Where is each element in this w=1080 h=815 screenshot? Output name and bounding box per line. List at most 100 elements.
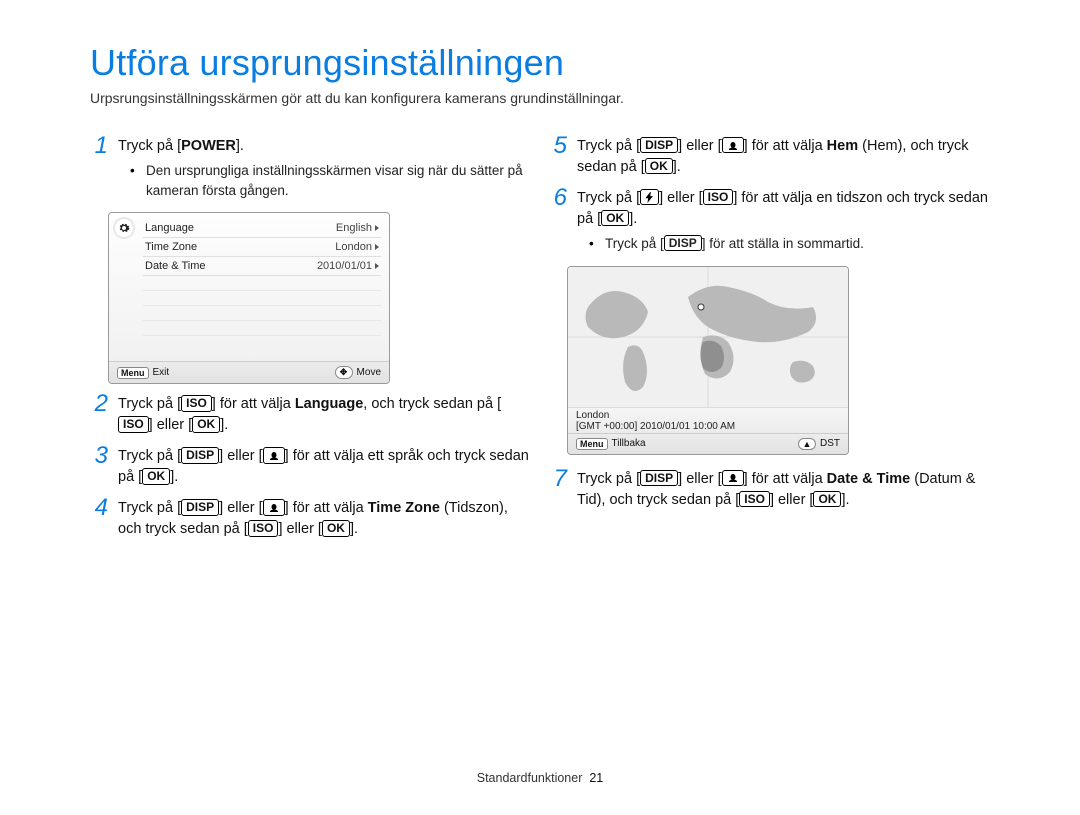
map-gmt: [GMT +00:00] 2010/01/01 10:00 AM	[576, 421, 840, 432]
text: ] eller [	[219, 500, 263, 516]
gear-icon	[115, 219, 133, 237]
text: ].	[236, 138, 244, 154]
text: Tryck på [	[118, 500, 181, 516]
timezone-label: Time Zone	[368, 500, 440, 516]
step-body: Tryck på [DISP] eller [] för att välja e…	[118, 446, 531, 488]
lcd-menu-list: Language English Time Zone London Date &…	[143, 219, 381, 336]
manual-page: Utföra ursprungsinställningen Urpsrungsi…	[0, 0, 1080, 815]
macro-key	[722, 470, 744, 486]
text: Tryck på [	[577, 471, 640, 487]
lcd-label: Language	[145, 222, 194, 234]
lcd-bar-text: Move	[357, 367, 381, 378]
flash-key	[640, 189, 659, 205]
step-number: 7	[549, 467, 567, 491]
text: Tryck på [	[577, 190, 640, 206]
step-number: 1	[90, 134, 108, 158]
step-number: 6	[549, 186, 567, 210]
power-key-label: POWER	[181, 138, 236, 154]
iso-key: ISO	[739, 491, 770, 507]
step-number: 4	[90, 496, 108, 520]
step-body: Tryck på [ISO] för att välja Language, o…	[118, 394, 531, 436]
ok-key: OK	[322, 520, 350, 536]
text: ] för att välja	[744, 138, 827, 154]
disp-key: DISP	[181, 447, 219, 463]
left-column: 1 Tryck på [POWER]. Den ursprungliga ins…	[90, 128, 531, 550]
lcd-back: Menu Tillbaka	[576, 438, 646, 450]
text: ] eller [	[219, 448, 263, 464]
step-4: 4 Tryck på [DISP] eller [] för att välja…	[90, 498, 531, 540]
disp-key: DISP	[664, 235, 702, 251]
page-title: Utföra ursprungsinställningen	[90, 42, 990, 84]
menu-badge-icon: Menu	[117, 367, 149, 379]
camera-lcd-timezone-map: London [GMT +00:00] 2010/01/01 10:00 AM …	[567, 266, 849, 455]
dpad-icon: ✥	[335, 366, 353, 379]
right-column: 5 Tryck på [DISP] eller [] för att välja…	[549, 128, 990, 550]
chevron-right-icon	[375, 263, 379, 269]
lcd-row-datetime: Date & Time 2010/01/01	[143, 257, 381, 276]
macro-key	[263, 499, 285, 515]
text: ] eller [	[678, 471, 722, 487]
hem-label: Hem	[827, 138, 858, 154]
lcd-bar-text: DST	[820, 438, 840, 449]
datetime-label: Date & Time	[827, 471, 911, 487]
macro-key	[263, 447, 285, 463]
lcd-bar-text: Exit	[153, 367, 170, 378]
step-5: 5 Tryck på [DISP] eller [] för att välja…	[549, 136, 990, 178]
ok-key: OK	[192, 416, 220, 432]
text: ] eller [	[659, 190, 703, 206]
text: ].	[629, 211, 637, 227]
iso-key: ISO	[248, 520, 279, 536]
lcd-dst: ▲ DST	[798, 438, 840, 450]
chevron-right-icon	[375, 225, 379, 231]
lcd-exit: Menu Exit	[117, 367, 169, 379]
iso-key: ISO	[703, 189, 734, 205]
ok-key: OK	[601, 210, 629, 226]
language-label: Language	[295, 396, 363, 412]
bullet: Den ursprungliga inställningsskärmen vis…	[130, 161, 531, 200]
ok-key: OK	[645, 158, 673, 174]
camera-lcd-initial-setup: Language English Time Zone London Date &…	[108, 212, 390, 384]
lcd-footer-bar: Menu Tillbaka ▲ DST	[568, 433, 848, 454]
step-number: 2	[90, 392, 108, 416]
step-body: Tryck på [DISP] eller [] för att välja T…	[118, 498, 531, 540]
step-3: 3 Tryck på [DISP] eller [] för att välja…	[90, 446, 531, 488]
up-icon: ▲	[798, 438, 816, 450]
text: ] för att ställa in sommartid.	[702, 236, 864, 251]
text: Tryck på [	[118, 448, 181, 464]
world-map-icon	[568, 267, 848, 407]
bullet-dot-icon	[130, 161, 138, 200]
step-2: 2 Tryck på [ISO] för att välja Language,…	[90, 394, 531, 436]
ok-key: OK	[813, 491, 841, 507]
text: ] eller [	[770, 492, 814, 508]
menu-badge-icon: Menu	[576, 438, 608, 450]
lcd-footer-bar: Menu Exit ✥ Move	[109, 361, 389, 383]
map-city: London	[576, 410, 840, 421]
lcd-value: English	[336, 222, 372, 234]
text: ].	[170, 469, 178, 485]
step-number: 3	[90, 444, 108, 468]
text: Tryck på [	[118, 138, 181, 154]
step-body: Tryck på [POWER]. Den ursprungliga instä…	[118, 136, 531, 202]
content-columns: 1 Tryck på [POWER]. Den ursprungliga ins…	[90, 128, 990, 550]
map-info: London [GMT +00:00] 2010/01/01 10:00 AM	[568, 407, 848, 433]
lcd-row-timezone: Time Zone London	[143, 238, 381, 257]
page-footer: Standardfunktioner 21	[0, 771, 1080, 785]
bullet-text: Den ursprungliga inställningsskärmen vis…	[146, 161, 531, 200]
text: ].	[350, 521, 358, 537]
text: Tryck på [	[118, 396, 181, 412]
text: ].	[673, 159, 681, 175]
text: ] för att välja	[212, 396, 295, 412]
text: ] eller [	[278, 521, 322, 537]
iso-key: ISO	[118, 416, 149, 432]
lcd-move: ✥ Move	[335, 366, 381, 379]
text: , och tryck sedan på [	[363, 396, 501, 412]
bullet: Tryck på [DISP] för att ställa in sommar…	[589, 234, 990, 254]
step-body: Tryck på [DISP] eller [] för att välja D…	[577, 469, 990, 511]
step-1: 1 Tryck på [POWER]. Den ursprungliga ins…	[90, 136, 531, 202]
lcd-bar-text: Tillbaka	[612, 438, 646, 449]
iso-key: ISO	[181, 395, 212, 411]
page-subtitle: Urpsrungsinställningsskärmen gör att du …	[90, 90, 990, 106]
lcd-label: Date & Time	[145, 260, 206, 272]
step-number: 5	[549, 134, 567, 158]
text: ] för att välja	[285, 500, 368, 516]
